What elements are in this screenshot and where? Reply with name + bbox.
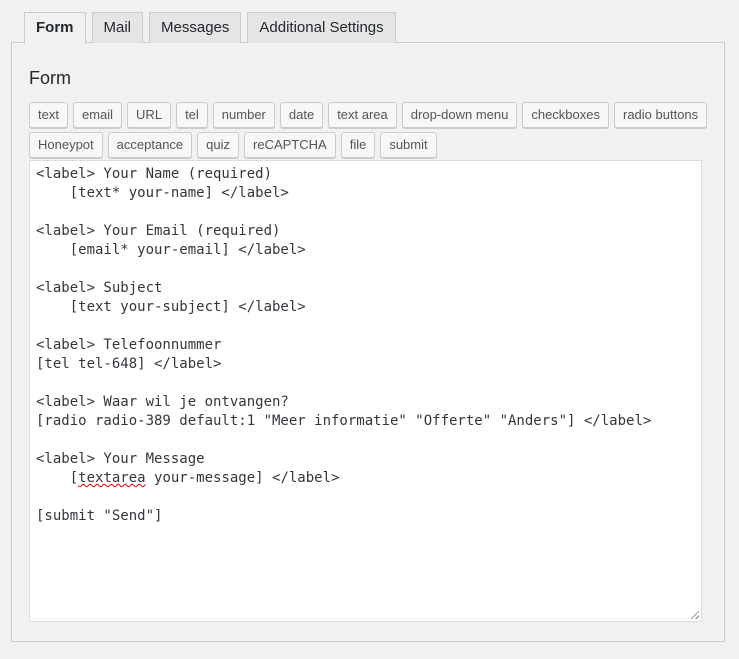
- tag-generator-row-2: Honeypot acceptance quiz reCAPTCHA file …: [29, 132, 437, 158]
- editor-line: [email* your-email] </label>: [36, 242, 306, 258]
- editor-text: your-message] </label>: [145, 470, 340, 486]
- tab-messages[interactable]: Messages: [149, 12, 242, 43]
- tag-button-email[interactable]: email: [72, 102, 123, 128]
- editor-line: <label> Waar wil je ontvangen?: [36, 394, 289, 410]
- editor-line: <label> Your Name (required): [36, 166, 273, 182]
- spellcheck-underline: textarea: [78, 470, 146, 486]
- tag-generator-row-1: text email URL tel number date text area…: [29, 102, 708, 128]
- tag-button-checkboxes[interactable]: checkboxes: [522, 102, 609, 128]
- editor-line: [textarea your-message] </label>: [36, 469, 695, 488]
- tag-button-quiz[interactable]: quiz: [197, 132, 240, 158]
- tag-button-number[interactable]: number: [212, 102, 275, 128]
- editor-line: <label> Telefoonnummer: [36, 337, 222, 353]
- editor-line: [radio radio-389 default:1 "Meer informa…: [36, 413, 652, 429]
- tag-button-date[interactable]: date: [279, 102, 324, 128]
- form-panel: Form text email URL tel number date text…: [11, 42, 725, 642]
- resize-handle-icon[interactable]: [691, 611, 699, 619]
- tag-button-text[interactable]: text: [29, 102, 68, 128]
- editor-line: [text your-subject] </label>: [36, 299, 306, 315]
- tag-button-file[interactable]: file: [340, 132, 376, 158]
- tag-button-recaptcha[interactable]: reCAPTCHA: [244, 132, 336, 158]
- tag-button-radio[interactable]: radio buttons: [614, 102, 708, 128]
- tag-button-textarea[interactable]: text area: [328, 102, 397, 128]
- editor-line: <label> Your Email (required): [36, 223, 281, 239]
- tag-button-submit[interactable]: submit: [380, 132, 437, 158]
- editor-line: <label> Subject: [36, 280, 163, 296]
- form-template-editor[interactable]: <label> Your Name (required) [text* your…: [29, 160, 702, 622]
- tag-button-dropdown[interactable]: drop-down menu: [401, 102, 518, 128]
- editor-line: <label> Your Message: [36, 451, 205, 467]
- tab-form[interactable]: Form: [24, 12, 86, 44]
- editor-line: [submit "Send"]: [36, 508, 163, 524]
- editor-line: [text* your-name] </label>: [36, 185, 289, 201]
- tag-button-acceptance[interactable]: acceptance: [107, 132, 193, 158]
- tag-button-url[interactable]: URL: [127, 102, 172, 128]
- tag-button-tel[interactable]: tel: [176, 102, 208, 128]
- tab-additional-settings[interactable]: Additional Settings: [247, 12, 396, 43]
- tab-bar: Form Mail Messages Additional Settings: [24, 12, 396, 44]
- tag-button-honeypot[interactable]: Honeypot: [29, 132, 103, 158]
- tab-mail[interactable]: Mail: [91, 12, 144, 43]
- editor-text: [: [36, 470, 79, 486]
- editor-line: [tel tel-648] </label>: [36, 356, 222, 372]
- panel-title: Form: [29, 68, 71, 88]
